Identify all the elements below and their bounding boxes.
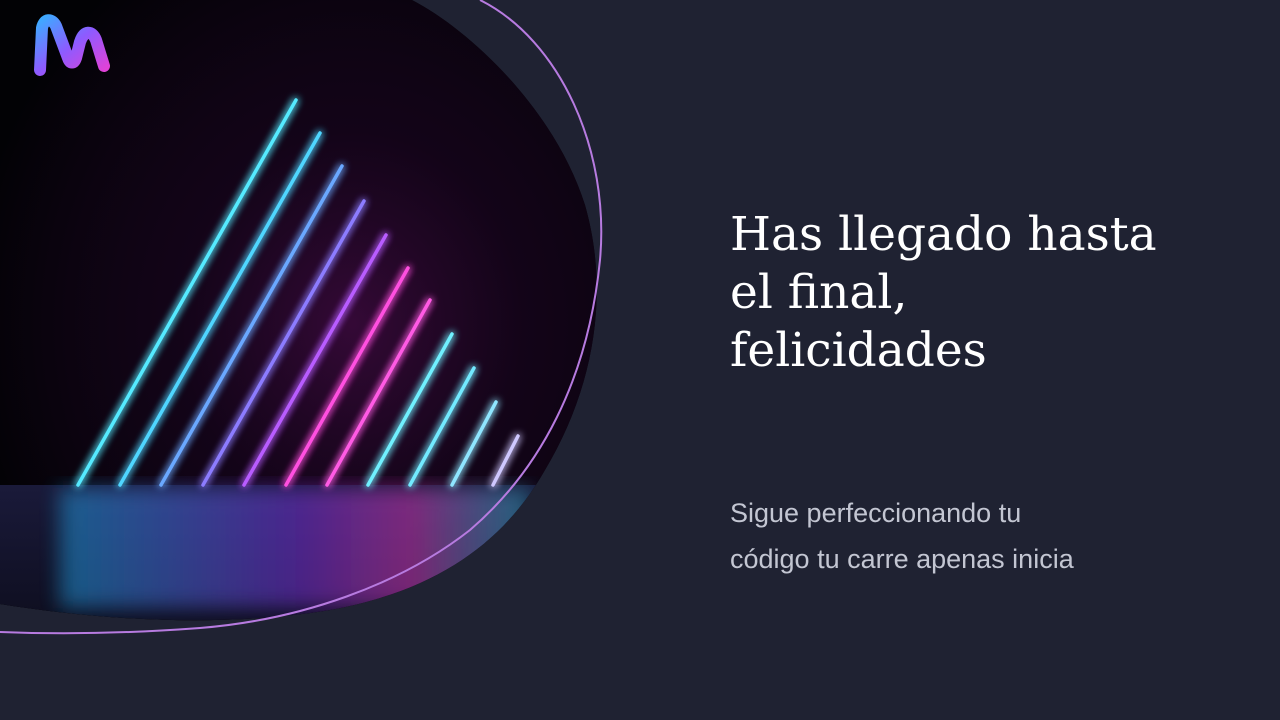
subtitle-line: Sigue perfeccionando tu <box>730 498 1022 528</box>
slide: Has llegado hasta el final, felicidades … <box>0 0 1280 720</box>
title-line: felicidades <box>730 323 987 378</box>
title-line: Has llegado hasta <box>730 207 1157 262</box>
title-line: el final, <box>730 265 908 320</box>
m-wave-logo-icon <box>34 14 110 76</box>
slide-subtitle: Sigue perfeccionando tu código tu carre … <box>730 490 1250 582</box>
subtitle-line: código tu carre apenas inicia <box>730 544 1074 574</box>
slide-title: Has llegado hasta el final, felicidades <box>730 206 1250 380</box>
neon-lines-image <box>0 0 603 635</box>
